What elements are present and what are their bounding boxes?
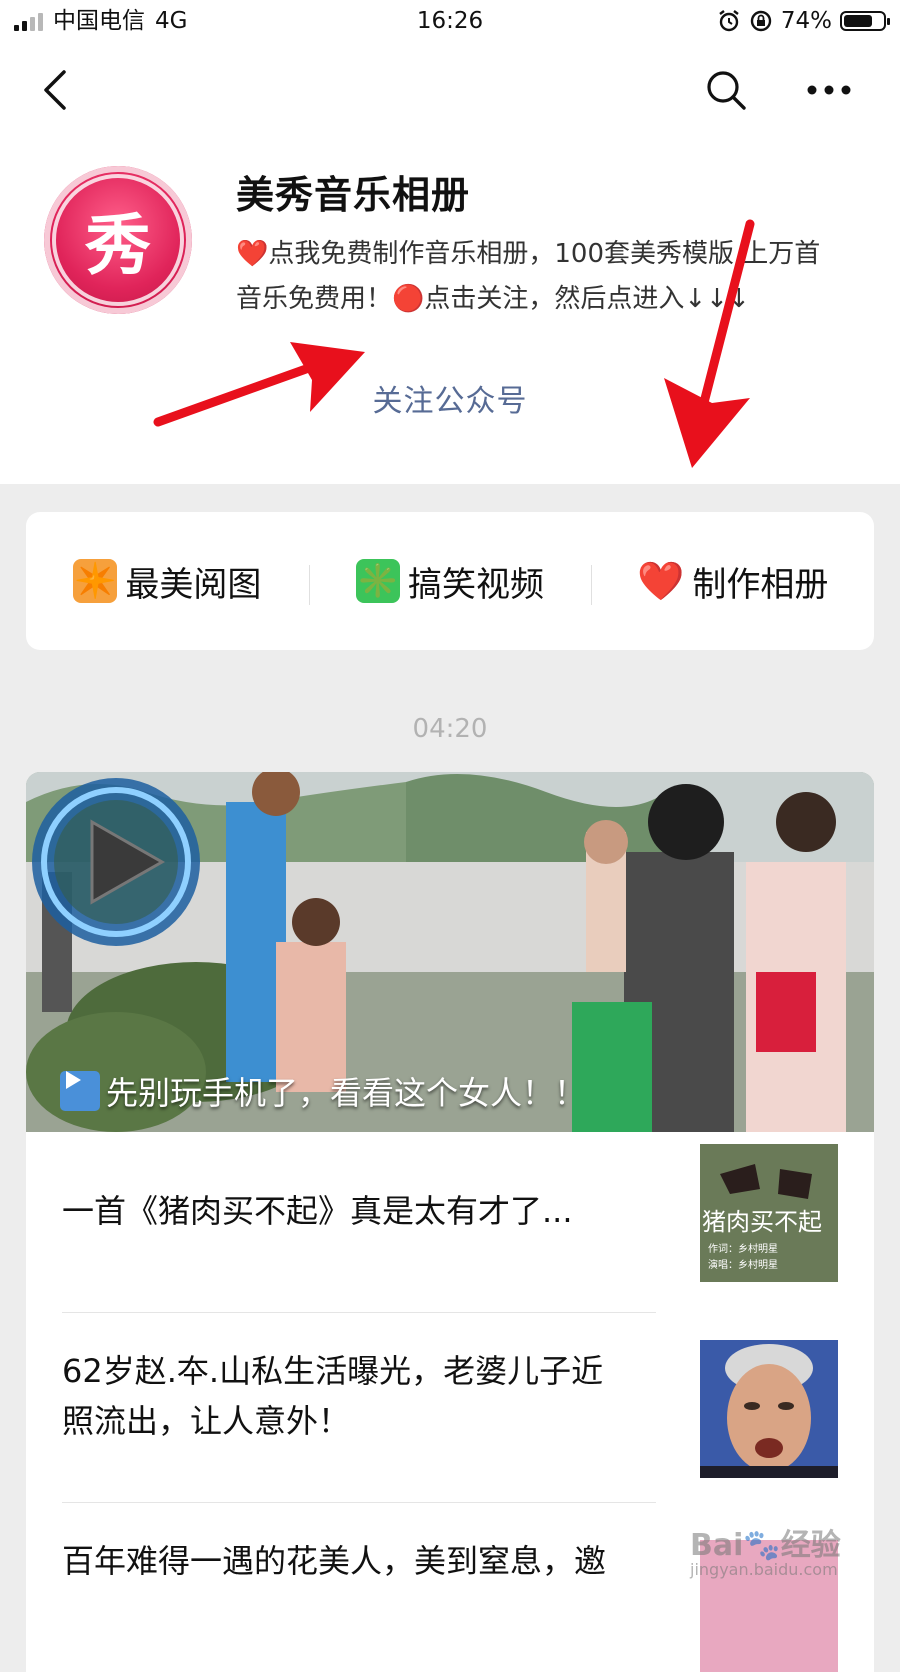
video-badge-icon — [60, 1071, 100, 1111]
account-menu: ✴️ 最美阅图 ✳️ 搞笑视频 ❤️ 制作相册 — [26, 512, 874, 650]
hero-title: 先别玩手机了，看看这个女人！！ — [60, 1068, 586, 1114]
logo-glyph: 秀 — [85, 207, 151, 284]
watermark-logo: Bai🐾经验 — [690, 1528, 841, 1563]
account-header: 秀 美秀音乐相册 ❤️点我免费制作音乐相册，100套美秀模版,上万首音乐免费用！… — [0, 134, 900, 484]
article-title: 62岁赵.夲.山私生活曝光，老婆儿子近照流出，让人意外！ — [62, 1352, 604, 1440]
list-item[interactable]: 62岁赵.夲.山私生活曝光，老婆儿子近照流出，让人意外！ — [62, 1332, 838, 1492]
article-thumbnail — [700, 1340, 838, 1478]
top-navigation-bar — [0, 44, 900, 134]
search-icon[interactable] — [704, 68, 748, 112]
battery-percent: 74% — [780, 8, 832, 34]
divider — [62, 1502, 656, 1503]
status-right: 74% — [717, 6, 890, 36]
play-icon[interactable] — [26, 772, 206, 952]
heart-icon: ❤️ — [637, 558, 685, 603]
menu-item-gallery[interactable]: ✴️ 最美阅图 — [26, 557, 309, 606]
article-thumbnail: 猪肉买不起 作词：乡村明星 演唱：乡村明星 — [700, 1144, 838, 1282]
menu-item-label: 制作相册 — [692, 564, 829, 605]
battery-icon — [840, 11, 890, 31]
annotation-arrow-down — [664, 219, 755, 468]
annotation-arrow-left — [153, 342, 365, 427]
chevron-left-icon[interactable] — [36, 66, 76, 114]
menu-item-funny-videos[interactable]: ✳️ 搞笑视频 — [308, 557, 592, 606]
hero-title-text: 先别玩手机了，看看这个女人！！ — [106, 1074, 587, 1112]
menu-item-make-album[interactable]: ❤️ 制作相册 — [591, 557, 874, 606]
thumbnail-credit-2: 演唱：乡村明星 — [708, 1260, 778, 1271]
article-title: 一首《猪肉买不起》真是太有才了... — [62, 1192, 573, 1230]
thumbnail-credit-1: 作词：乡村明星 — [708, 1244, 778, 1255]
menu-item-label: 搞笑视频 — [408, 564, 544, 605]
account-logo: 秀 — [44, 166, 192, 314]
account-name: 美秀音乐相册 — [236, 173, 471, 217]
ellipsis-icon[interactable] — [806, 68, 852, 112]
rotation-lock-icon — [750, 10, 772, 32]
baidu-watermark: Bai🐾经验 jingyan.baidu.com — [690, 1520, 860, 1590]
asterisk-icon: ✳️ — [356, 559, 400, 603]
follow-button[interactable]: 关注公众号 — [0, 376, 900, 420]
sparkle-icon: ✴️ — [73, 559, 118, 603]
watermark-url: jingyan.baidu.com — [690, 1560, 838, 1579]
hero-article[interactable]: 先别玩手机了，看看这个女人！！ — [26, 772, 874, 1132]
status-bar: 中国电信 4G 16:26 74% — [0, 0, 900, 44]
message-timestamp: 04:20 — [412, 714, 488, 744]
alarm-icon — [719, 10, 739, 32]
divider — [62, 1312, 656, 1313]
menu-item-label: 最美阅图 — [125, 564, 262, 605]
list-item[interactable]: 一首《猪肉买不起》真是太有才了... 猪肉买不起 作词：乡村明星 演唱：乡村明星 — [62, 1142, 838, 1302]
article-title: 百年难得一遇的花美人，美到窒息，邀 — [62, 1542, 607, 1580]
thumbnail-caption: 猪肉买不起 — [702, 1208, 822, 1236]
